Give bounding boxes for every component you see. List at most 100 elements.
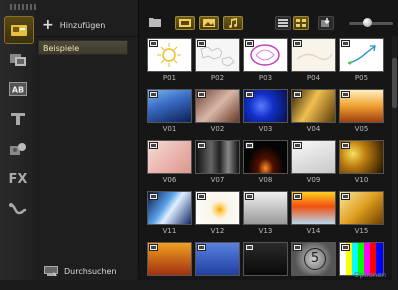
media-browser: P01 P02 P03 P04 P05 V01 V02 V03 V04 V05 V06 V07 V08 V… xyxy=(139,0,398,280)
countdown-digit: 5 xyxy=(304,248,326,270)
video-thumbnail[interactable] xyxy=(243,140,288,174)
video-thumbnail[interactable] xyxy=(339,191,384,225)
thumbnail-item[interactable]: V14 xyxy=(291,191,336,239)
thumbnail-item[interactable]: P03 xyxy=(243,38,288,86)
video-badge-icon xyxy=(293,244,302,251)
transition-icon[interactable] xyxy=(0,47,36,73)
thumbnail-label: P04 xyxy=(306,74,321,82)
photo-badge-icon xyxy=(197,40,206,47)
options-link[interactable]: Optionen xyxy=(354,271,386,279)
thumbnail-label: V10 xyxy=(354,176,369,184)
video-badge-icon xyxy=(341,142,350,149)
thumbnail-item[interactable]: P02 xyxy=(195,38,240,86)
thumbnail-item[interactable]: V02 xyxy=(195,89,240,137)
slider-thumb[interactable] xyxy=(363,18,372,27)
thumbnail-label: V13 xyxy=(258,227,273,235)
folder-icon[interactable] xyxy=(149,17,161,27)
import-icon[interactable] xyxy=(318,16,334,30)
fx-icon[interactable]: FX xyxy=(0,166,36,192)
thumbnail-item[interactable]: V11 xyxy=(147,191,192,239)
show-videos-icon[interactable] xyxy=(175,16,195,30)
library-item-beispiele[interactable]: Beispiele xyxy=(38,40,128,55)
thumbnail-item[interactable] xyxy=(339,242,384,290)
video-thumbnail[interactable] xyxy=(195,242,240,276)
thumbnail-item[interactable]: V13 xyxy=(243,191,288,239)
thumbnail-item[interactable]: V01 xyxy=(147,89,192,137)
photo-thumbnail[interactable] xyxy=(147,38,192,72)
video-thumbnail[interactable] xyxy=(291,191,336,225)
thumbnail-label: V09 xyxy=(306,176,321,184)
video-badge-icon xyxy=(293,91,302,98)
thumbnail-label: V01 xyxy=(162,125,177,133)
video-thumbnail[interactable]: 5 xyxy=(291,242,336,276)
thumbnail-item[interactable]: V08 xyxy=(243,140,288,188)
video-badge-icon xyxy=(293,193,302,200)
video-badge-icon xyxy=(245,142,254,149)
thumbnail-label: V12 xyxy=(210,227,225,235)
browse-label: Durchsuchen xyxy=(64,267,117,276)
thumbnail-item[interactable]: V12 xyxy=(195,191,240,239)
video-thumbnail[interactable] xyxy=(147,140,192,174)
add-library-button[interactable]: + Hinzufügen xyxy=(42,17,105,33)
title-icon[interactable]: AB xyxy=(0,76,36,102)
video-thumbnail[interactable] xyxy=(291,140,336,174)
video-thumbnail[interactable] xyxy=(243,89,288,123)
thumbnail-item[interactable]: V07 xyxy=(195,140,240,188)
thumbnail-item[interactable]: V09 xyxy=(291,140,336,188)
thumbnail-item[interactable] xyxy=(147,242,192,290)
video-thumbnail[interactable] xyxy=(339,140,384,174)
thumbnail-item[interactable]: V10 xyxy=(339,140,384,188)
library-panel: + Hinzufügen Beispiele Durchsuchen xyxy=(36,0,139,280)
thumbnail-item[interactable] xyxy=(195,242,240,290)
thumbnail-item[interactable]: 5 xyxy=(291,242,336,290)
video-thumbnail[interactable] xyxy=(243,242,288,276)
path-icon[interactable] xyxy=(0,196,36,222)
video-badge-icon xyxy=(245,91,254,98)
video-badge-icon xyxy=(341,91,350,98)
video-thumbnail[interactable] xyxy=(147,191,192,225)
thumbnail-item[interactable]: V15 xyxy=(339,191,384,239)
thumbnail-item[interactable]: P01 xyxy=(147,38,192,86)
thumbnail-item[interactable] xyxy=(243,242,288,290)
video-thumbnail[interactable] xyxy=(147,242,192,276)
video-thumbnail[interactable] xyxy=(339,89,384,123)
browse-button[interactable]: Durchsuchen xyxy=(44,266,117,277)
thumbnail-label: V07 xyxy=(210,176,225,184)
fx-label: FX xyxy=(8,171,28,187)
video-thumbnail[interactable] xyxy=(243,191,288,225)
scroll-thumb[interactable] xyxy=(392,58,397,108)
thumbnail-label: V15 xyxy=(354,227,369,235)
list-view-icon[interactable] xyxy=(275,16,291,30)
video-thumbnail[interactable] xyxy=(291,89,336,123)
thumbnail-item[interactable]: V05 xyxy=(339,89,384,137)
video-thumbnail[interactable] xyxy=(195,140,240,174)
show-audio-icon[interactable] xyxy=(223,16,243,30)
thumbnail-item[interactable]: P05 xyxy=(339,38,384,86)
video-thumbnail[interactable] xyxy=(147,89,192,123)
browser-toolbar xyxy=(139,12,398,34)
show-photos-icon[interactable] xyxy=(199,16,219,30)
thumbnail-label: P02 xyxy=(210,74,225,82)
video-thumbnail[interactable] xyxy=(195,191,240,225)
photo-thumbnail[interactable] xyxy=(291,38,336,72)
graphic-icon[interactable] xyxy=(0,136,36,162)
thumbnail-item[interactable]: V04 xyxy=(291,89,336,137)
thumbnail-label: V03 xyxy=(258,125,273,133)
text-icon[interactable] xyxy=(0,106,36,132)
thumbnail-item[interactable]: V03 xyxy=(243,89,288,137)
video-thumbnail[interactable] xyxy=(195,89,240,123)
video-badge-icon xyxy=(149,244,158,251)
thumbnail-item[interactable]: V06 xyxy=(147,140,192,188)
vertical-scrollbar[interactable] xyxy=(392,36,397,280)
media-icon[interactable] xyxy=(4,16,34,44)
thumbnail-label: V05 xyxy=(354,125,369,133)
photo-thumbnail[interactable] xyxy=(195,38,240,72)
photo-thumbnail[interactable] xyxy=(243,38,288,72)
photo-thumbnail[interactable] xyxy=(339,38,384,72)
video-badge-icon xyxy=(245,193,254,200)
thumbnail-label: V14 xyxy=(306,227,321,235)
photo-badge-icon xyxy=(245,40,254,47)
thumbnail-item[interactable]: P04 xyxy=(291,38,336,86)
thumbnail-view-icon[interactable] xyxy=(293,16,309,30)
video-badge-icon xyxy=(149,142,158,149)
